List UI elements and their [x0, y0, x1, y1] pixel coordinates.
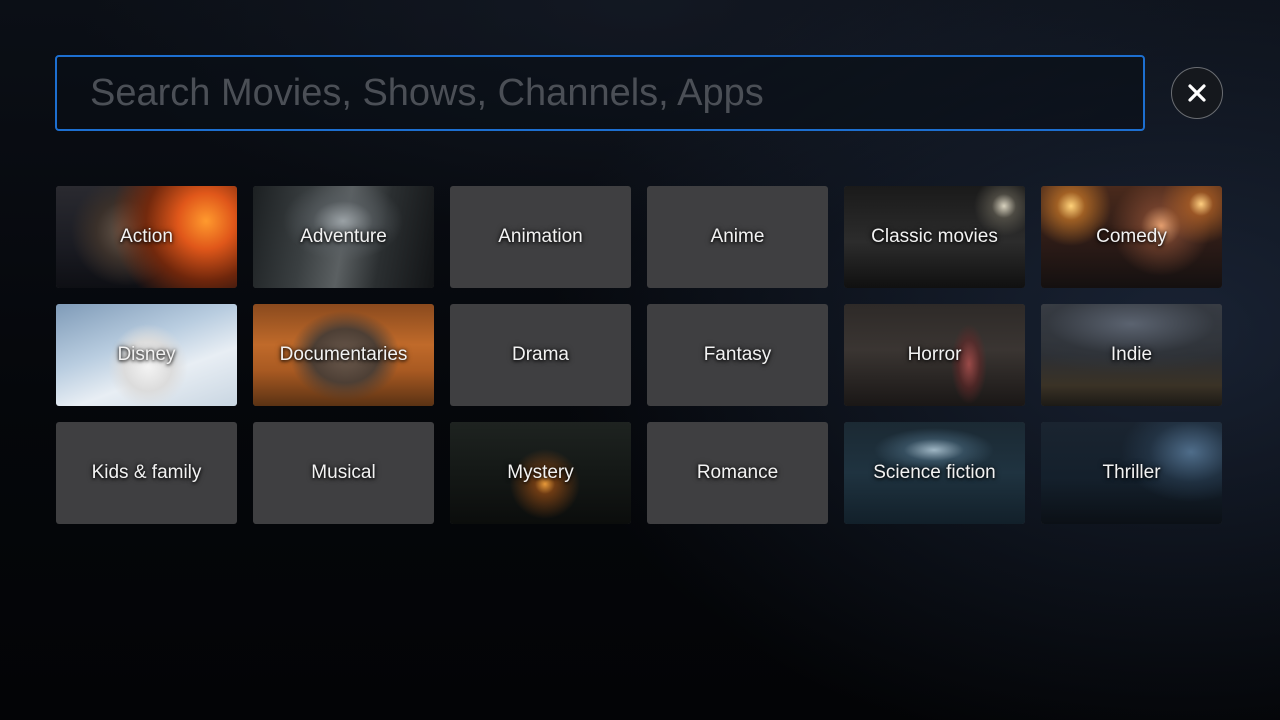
- genre-tile-thriller[interactable]: Thriller: [1041, 422, 1222, 524]
- genre-tile-comedy[interactable]: Comedy: [1041, 186, 1222, 288]
- genre-label: Adventure: [300, 226, 387, 247]
- genre-label: Drama: [511, 344, 569, 365]
- close-button[interactable]: [1171, 67, 1223, 119]
- genre-tile-science-fiction[interactable]: Science fiction: [844, 422, 1025, 524]
- search-box[interactable]: [55, 55, 1145, 131]
- search-screen: Action Adventure Animation Anime Classic…: [0, 0, 1280, 720]
- genre-label: Romance: [696, 462, 779, 483]
- genre-tile-documentaries[interactable]: Documentaries: [253, 304, 434, 406]
- genre-label: Classic movies: [871, 226, 998, 247]
- genre-tile-classic-movies[interactable]: Classic movies: [844, 186, 1025, 288]
- genre-label: Fantasy: [703, 344, 772, 365]
- genre-tile-mystery[interactable]: Mystery: [450, 422, 631, 524]
- genre-tile-action[interactable]: Action: [56, 186, 237, 288]
- genre-tile-indie[interactable]: Indie: [1041, 304, 1222, 406]
- genre-label: Indie: [1110, 344, 1153, 365]
- genre-label: Thriller: [1102, 462, 1161, 483]
- genre-tile-disney[interactable]: Disney: [56, 304, 237, 406]
- genre-tile-musical[interactable]: Musical: [253, 422, 434, 524]
- genre-label: Mystery: [507, 462, 574, 483]
- genre-label: Disney: [117, 344, 176, 365]
- close-icon: [1188, 84, 1206, 102]
- genre-tile-drama[interactable]: Drama: [450, 304, 631, 406]
- genre-tile-horror[interactable]: Horror: [844, 304, 1025, 406]
- genre-label: Kids & family: [91, 462, 202, 483]
- genre-label: Anime: [710, 226, 765, 247]
- genre-grid: Action Adventure Animation Anime Classic…: [56, 186, 1222, 524]
- genre-tile-animation[interactable]: Animation: [450, 186, 631, 288]
- genre-label: Documentaries: [279, 344, 408, 365]
- genre-tile-kids-family[interactable]: Kids & family: [56, 422, 237, 524]
- genre-label: Animation: [498, 226, 583, 247]
- genre-label: Comedy: [1096, 226, 1167, 247]
- search-input[interactable]: [90, 57, 1143, 129]
- genre-label: Musical: [311, 462, 376, 483]
- genre-label: Science fiction: [873, 462, 996, 483]
- genre-tile-anime[interactable]: Anime: [647, 186, 828, 288]
- genre-tile-adventure[interactable]: Adventure: [253, 186, 434, 288]
- genre-label: Horror: [907, 344, 962, 365]
- genre-label: Action: [120, 226, 173, 247]
- genre-tile-romance[interactable]: Romance: [647, 422, 828, 524]
- genre-tile-fantasy[interactable]: Fantasy: [647, 304, 828, 406]
